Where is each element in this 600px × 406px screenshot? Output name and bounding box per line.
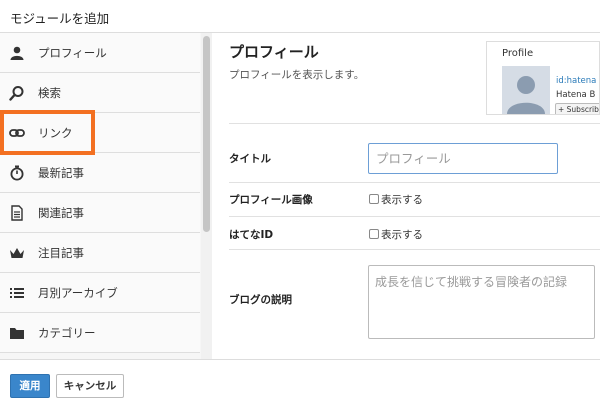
preview-hatena-id: id:hatena [556,76,597,86]
person-icon [9,45,25,61]
sidebar-item-search[interactable]: 検索 [0,73,200,113]
sidebar-item-related-posts[interactable]: 関連記事 [0,193,200,233]
sidebar-item-label: リンク [38,126,73,140]
module-title: プロフィール [229,43,319,61]
crown-icon [9,245,25,261]
divider [229,249,600,250]
title-input[interactable] [368,143,558,174]
preview-title: Profile [502,48,534,59]
sidebar-scrollbar-thumb[interactable] [203,36,210,232]
hatena-id-checkbox[interactable] [369,229,379,239]
sidebar-item-featured-posts[interactable]: 注目記事 [0,233,200,273]
profile-image-field-label: プロフィール画像 [229,194,313,206]
avatar-placeholder-icon [502,66,550,114]
sidebar-item-label: プロフィール [38,46,107,60]
link-icon [9,125,25,141]
sidebar-item-categories[interactable]: カテゴリー [0,313,200,353]
sidebar-item-label: 検索 [38,86,61,100]
sidebar-item-profile[interactable]: プロフィール [0,33,200,73]
profile-preview: Profile id:hatena Hatena B + Subscribe [486,41,600,115]
apply-button[interactable]: 適用 [10,374,50,398]
stopwatch-icon [9,165,25,181]
search-icon [9,85,25,101]
folder-icon [9,325,25,341]
module-description: プロフィールを表示します。 [229,69,365,81]
sidebar-item-label: 注目記事 [38,246,84,260]
sidebar-item-link[interactable]: リンク [0,113,200,153]
sidebar-item-monthly-archive[interactable]: 月別アーカイブ [0,273,200,313]
divider [229,216,600,217]
hatena-id-field-label: はてなID [229,229,274,241]
sidebar-item-label: 最新記事 [38,166,84,180]
divider [229,123,600,124]
sidebar-item-label: カテゴリー [38,326,96,340]
blog-description-field-label: ブログの説明 [229,294,292,306]
document-icon [9,205,25,221]
sidebar-item-label: 月別アーカイブ [38,286,118,300]
dialog-footer: 適用 キャンセル [0,359,600,406]
preview-name: Hatena B [556,90,596,100]
profile-image-checkbox-label[interactable]: 表示する [381,192,423,207]
list-icon [9,285,25,301]
dialog-header: モジュールを追加 [0,0,600,33]
cancel-button[interactable]: キャンセル [56,374,124,398]
module-settings-panel: プロフィール プロフィールを表示します。 Profile id:hatena H… [212,33,600,359]
sidebar-item-label: 関連記事 [38,206,84,220]
divider [229,182,600,183]
preview-subscribe-button: + Subscribe [555,103,599,114]
profile-image-checkbox[interactable] [369,194,379,204]
title-field-label: タイトル [229,153,271,165]
hatena-id-checkbox-label[interactable]: 表示する [381,227,423,242]
dialog-title: モジュールを追加 [10,11,110,26]
module-sidebar: プロフィール 検索 リンク 最新記事 関連記事 注目記事 月別アーカイブ カテゴ… [0,33,212,359]
blog-description-textarea[interactable] [368,265,595,339]
sidebar-item-latest-posts[interactable]: 最新記事 [0,153,200,193]
